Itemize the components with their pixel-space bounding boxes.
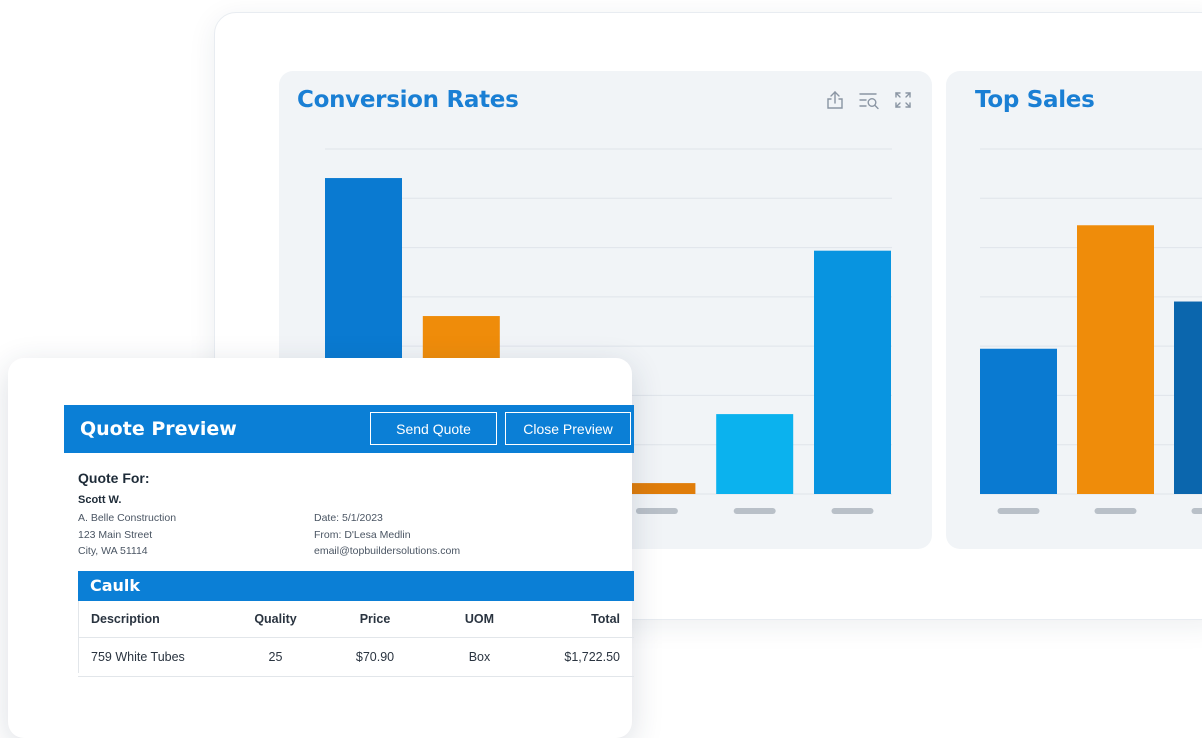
quote-meta: Date: 5/1/2023 From: D'Lesa Medlin email… [314, 510, 460, 560]
send-quote-button[interactable]: Send Quote [370, 412, 497, 445]
x-tick-placeholder [734, 508, 776, 514]
col-description: Description [78, 601, 232, 638]
customer-address: A. Belle Construction 123 Main Street Ci… [78, 510, 176, 560]
table-row: 759 White Tubes 25 $70.90 Box $1,722.50 [78, 638, 634, 677]
section-header-caulk: Caulk [78, 571, 634, 601]
x-tick-placeholder [998, 508, 1040, 514]
col-price: Price [319, 601, 431, 638]
x-tick-placeholder [1192, 508, 1202, 514]
quote-items-table: Description Quality Price UOM Total 759 … [78, 601, 634, 677]
quote-for-label: Quote For: [78, 470, 150, 486]
share-icon[interactable] [824, 89, 846, 111]
bar-2 [1077, 225, 1154, 494]
bar-3 [1174, 302, 1202, 494]
cell-quality: 25 [232, 638, 319, 677]
top-sales-title: Top Sales [975, 87, 1094, 113]
bar-1 [980, 349, 1057, 494]
quote-preview-card: Quote Preview Send Quote Close Preview Q… [8, 358, 632, 738]
top-sales-card: Top Sales [946, 71, 1202, 549]
table-header-row: Description Quality Price UOM Total [78, 601, 634, 638]
company-name: A. Belle Construction [78, 510, 176, 527]
expand-icon[interactable] [892, 89, 914, 111]
cell-price: $70.90 [319, 638, 431, 677]
chart-toolbar [824, 89, 914, 111]
quote-title: Quote Preview [80, 418, 237, 440]
col-total: Total [528, 601, 634, 638]
street-address: 123 Main Street [78, 527, 176, 544]
x-tick-placeholder [832, 508, 874, 514]
top-sales-chart [946, 71, 1202, 549]
customer-name: Scott W. [78, 494, 121, 506]
cell-total: $1,722.50 [528, 638, 634, 677]
quote-header: Quote Preview Send Quote Close Preview [64, 405, 634, 453]
close-preview-button[interactable]: Close Preview [505, 412, 631, 445]
x-tick-placeholder [1095, 508, 1137, 514]
conversion-rates-title: Conversion Rates [297, 87, 518, 113]
x-tick-placeholder [636, 508, 678, 514]
cell-description: 759 White Tubes [78, 638, 232, 677]
quote-email: email@topbuildersolutions.com [314, 543, 460, 560]
filter-search-icon[interactable] [858, 89, 880, 111]
bar-6 [814, 251, 891, 494]
bar-5 [716, 414, 793, 494]
col-quality: Quality [232, 601, 319, 638]
quote-date: Date: 5/1/2023 [314, 510, 460, 527]
city-address: City, WA 51114 [78, 543, 176, 560]
col-uom: UOM [431, 601, 528, 638]
cell-uom: Box [431, 638, 528, 677]
quote-from: From: D'Lesa Medlin [314, 527, 460, 544]
